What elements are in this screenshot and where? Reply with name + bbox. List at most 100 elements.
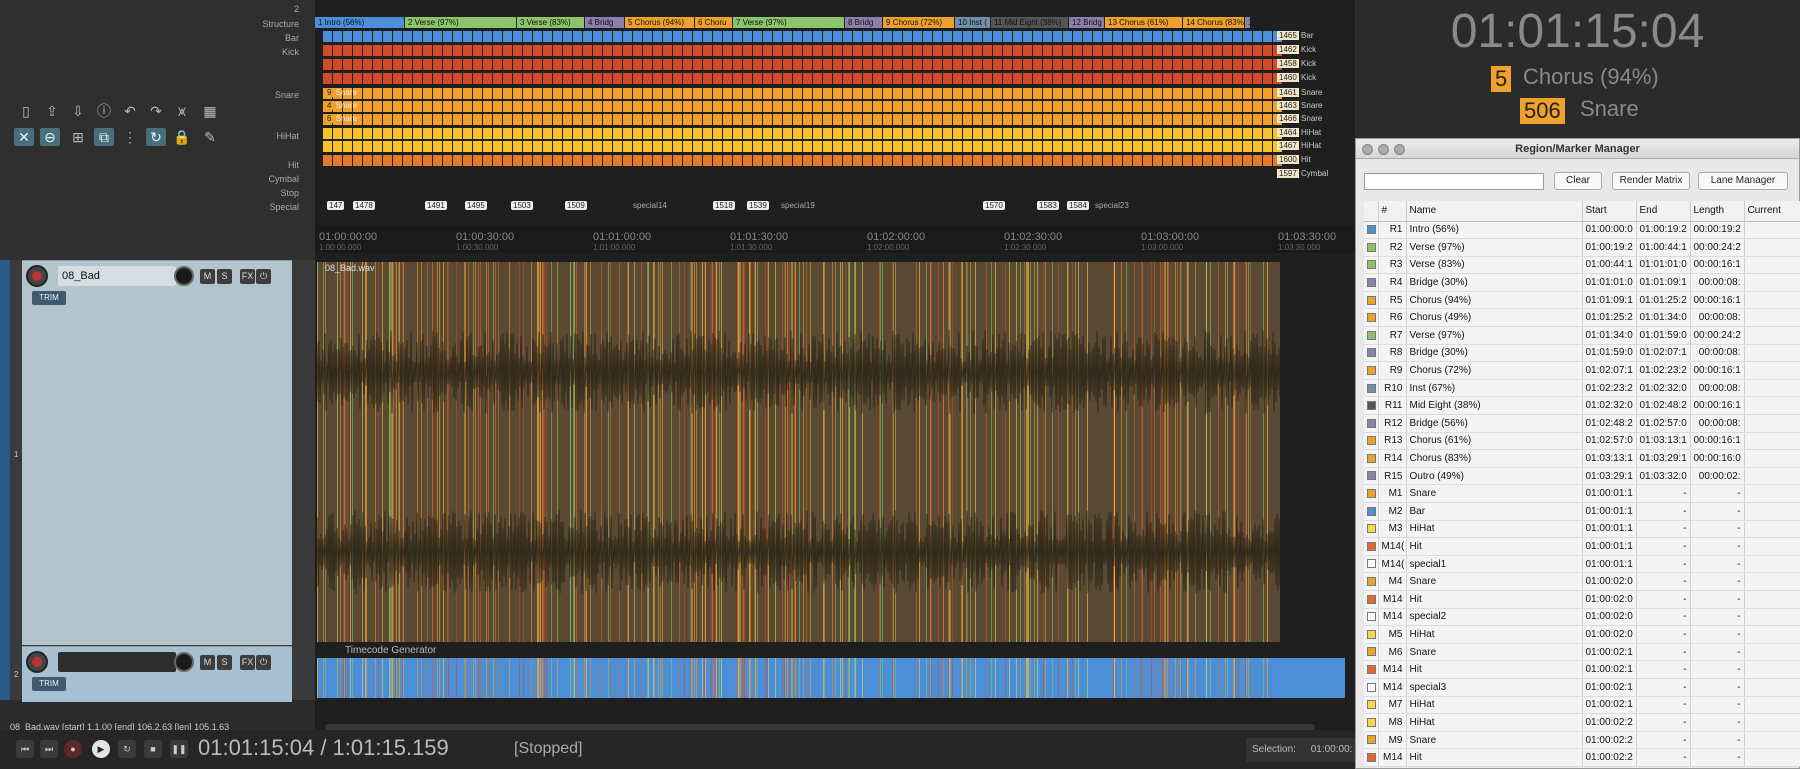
special-marker[interactable]: 1583 [1037,201,1059,210]
track-name[interactable]: 08_Bad [58,266,176,286]
record-arm-button[interactable] [26,265,48,287]
marker-lane-row[interactable] [323,128,1283,139]
table-row[interactable]: R2 Verse (97%) 01:00:19:2 01:00:44:1 00:00:2… [1364,238,1800,257]
row-name[interactable]: Chorus (83%) [1406,449,1583,468]
table-row[interactable]: R6 Chorus (49%) 01:01:25:2 01:01:34:0 00:00:… [1364,308,1800,328]
structure-region[interactable]: 15 [1245,17,1251,28]
row-name[interactable]: Snare [1406,731,1583,750]
info-icon[interactable]: ⓘ [94,102,114,120]
table-row[interactable]: M2 Bar 01:00:01:1- - [1364,502,1800,521]
table-row[interactable]: R13 Chorus (61%) 01:02:57:0 01:03:13:1 00:00… [1364,432,1800,451]
structure-region[interactable]: 11 Mid Eight (38%) [991,17,1069,28]
row-name[interactable]: Chorus (72%) [1406,361,1583,380]
marker-lane-row[interactable] [323,101,1283,112]
row-name[interactable]: special2 [1406,608,1583,627]
pause-icon[interactable]: ❚❚ [170,740,188,758]
row-name[interactable]: Mid Eight (38%) [1406,396,1583,416]
table-row[interactable]: M1 Snare 01:00:01:1- - [1364,484,1800,503]
special-marker[interactable]: 147 [327,201,345,210]
pencil-icon[interactable]: ✎ [200,128,220,146]
zoom-icon[interactable] [1394,144,1405,155]
col-color[interactable] [1364,201,1379,222]
table-row[interactable]: R3 Verse (83%) 01:00:44:1 01:01:01:0 00:00:1… [1364,256,1800,275]
row-name[interactable]: HiHat [1406,625,1583,644]
special-marker[interactable]: 1584 [1067,201,1089,210]
table-row[interactable]: R8 Bridge (30%) 01:01:59:0 01:02:07:1 00:00:… [1364,344,1800,363]
table-row[interactable]: M5 HiHat 01:00:02:0- - [1364,625,1800,644]
row-name[interactable]: Outro (49%) [1406,467,1583,486]
table-row[interactable]: R1 Intro (56%) 01:00:00:0 01:00:19:2 00:00:1… [1364,221,1800,240]
structure-region[interactable]: 14 Chorus (83%) [1183,17,1245,28]
col-name[interactable]: Name [1406,201,1583,222]
table-row[interactable]: M6 Snare 01:00:02:1- - [1364,643,1800,662]
media-item-08-bad[interactable]: 08_Bad.wav [317,262,1280,642]
table-row[interactable]: R4 Bridge (30%) 01:01:01:0 01:01:09:1 00:00:… [1364,273,1800,292]
structure-region[interactable]: 8 Bridg [845,17,883,28]
media-item-timecode[interactable] [317,658,1345,698]
lock-icon[interactable]: 🔒 [172,128,192,146]
row-name[interactable]: Bridge (30%) [1406,344,1583,363]
trim-button[interactable]: TRIM [32,291,66,305]
row-name[interactable]: Bar [1406,502,1583,521]
table-row[interactable]: R15 Outro (49%) 01:03:29:1 01:03:32:0 00:00:… [1364,467,1800,486]
power-icon[interactable]: ⏻ [256,655,271,670]
lane-manager-button[interactable]: Lane Manager [1698,172,1788,190]
fx-button[interactable]: FX [240,269,255,284]
upload-icon[interactable]: ⇪ [42,102,62,120]
volume-knob[interactable] [174,652,194,672]
envelope-icon[interactable]: ⊞ [68,128,88,146]
structure-region[interactable]: 9 Chorus (72%) [883,17,955,28]
selection-value[interactable]: 01:00:00: [1311,744,1353,755]
row-name[interactable]: Intro (56%) [1406,221,1583,240]
row-name[interactable]: HiHat [1406,713,1583,732]
row-name[interactable]: Bridge (56%) [1406,414,1583,433]
special-marker[interactable]: 1509 [565,201,587,210]
table-row[interactable]: R11 Mid Eight (38%) 01:02:32:0 01:02:48:2 00… [1364,396,1800,416]
close-icon[interactable] [1362,144,1373,155]
table-row[interactable]: R9 Chorus (72%) 01:02:07:1 01:02:23:2 00:00:… [1364,361,1800,380]
table-row[interactable]: M14 special3 01:00:02:1- - [1364,678,1800,697]
metronome-icon[interactable]: ⩙ [172,102,192,120]
render-matrix-button[interactable]: Render Matrix [1612,172,1690,190]
marker-lane-row[interactable] [323,114,1283,125]
clear-button[interactable]: Clear [1554,172,1602,190]
structure-region[interactable]: 3 Verse (83%) [517,17,585,28]
row-name[interactable]: Snare [1406,643,1583,662]
table-row[interactable]: M14 special2 01:00:02:0- - [1364,608,1800,627]
table-row[interactable]: R14 Chorus (83%) 01:03:13:1 01:03:29:1 00:00… [1364,449,1800,468]
marker-lane-row[interactable] [323,88,1283,99]
marker-lane-row[interactable] [323,155,1283,166]
table-row[interactable]: M3 HiHat 01:00:01:1- - [1364,520,1800,539]
download-icon[interactable]: ⇩ [68,102,88,120]
new-file-icon[interactable]: ▯ [16,102,36,120]
row-name[interactable]: Chorus (49%) [1406,308,1583,328]
stop-icon[interactable]: ■ [144,740,162,758]
special-marker[interactable]: 1503 [511,201,533,210]
undo-icon[interactable]: ↶ [120,102,140,120]
structure-region[interactable]: 13 Chorus (61%) [1105,17,1183,28]
solo-button[interactable]: S [217,269,232,284]
table-row[interactable]: M14 Hit 01:00:02:0- - [1364,590,1800,609]
go-to-end-icon[interactable]: ⏭ [40,740,58,758]
table-row[interactable]: M14 Hit 01:00:02:1- - [1364,660,1800,679]
special-marker[interactable]: 1539 [747,201,769,210]
special-marker[interactable]: 1570 [983,201,1005,210]
trim-button[interactable]: TRIM [32,677,66,691]
row-name[interactable]: HiHat [1406,696,1583,715]
record-arm-button[interactable] [26,651,48,673]
table-row[interactable]: R12 Bridge (56%) 01:02:48:2 01:02:57:0 00:00… [1364,414,1800,433]
table-row[interactable]: R7 Verse (97%) 01:01:34:0 01:01:59:0 00:00:2… [1364,326,1800,345]
structure-region[interactable]: 6 Choru [695,17,733,28]
row-name[interactable]: HiHat [1406,520,1583,539]
table-row[interactable]: M9 Snare 01:00:02:2- - [1364,731,1800,750]
row-name[interactable]: Bridge (30%) [1406,273,1583,292]
mute-button[interactable]: M [200,269,215,284]
col-length[interactable]: Length [1690,201,1745,222]
special-marker[interactable]: 1491 [425,201,447,210]
marker-lane-row[interactable] [323,73,1283,84]
row-name[interactable]: Inst (67%) [1406,379,1583,398]
row-name[interactable]: Chorus (94%) [1406,291,1583,310]
table-row[interactable]: R5 Chorus (94%) 01:01:09:1 01:01:25:2 00:00:… [1364,291,1800,310]
table-row[interactable]: R10 Inst (67%) 01:02:23:2 01:02:32:0 00:00:0… [1364,379,1800,398]
table-row[interactable]: M7 HiHat 01:00:02:1- - [1364,696,1800,715]
